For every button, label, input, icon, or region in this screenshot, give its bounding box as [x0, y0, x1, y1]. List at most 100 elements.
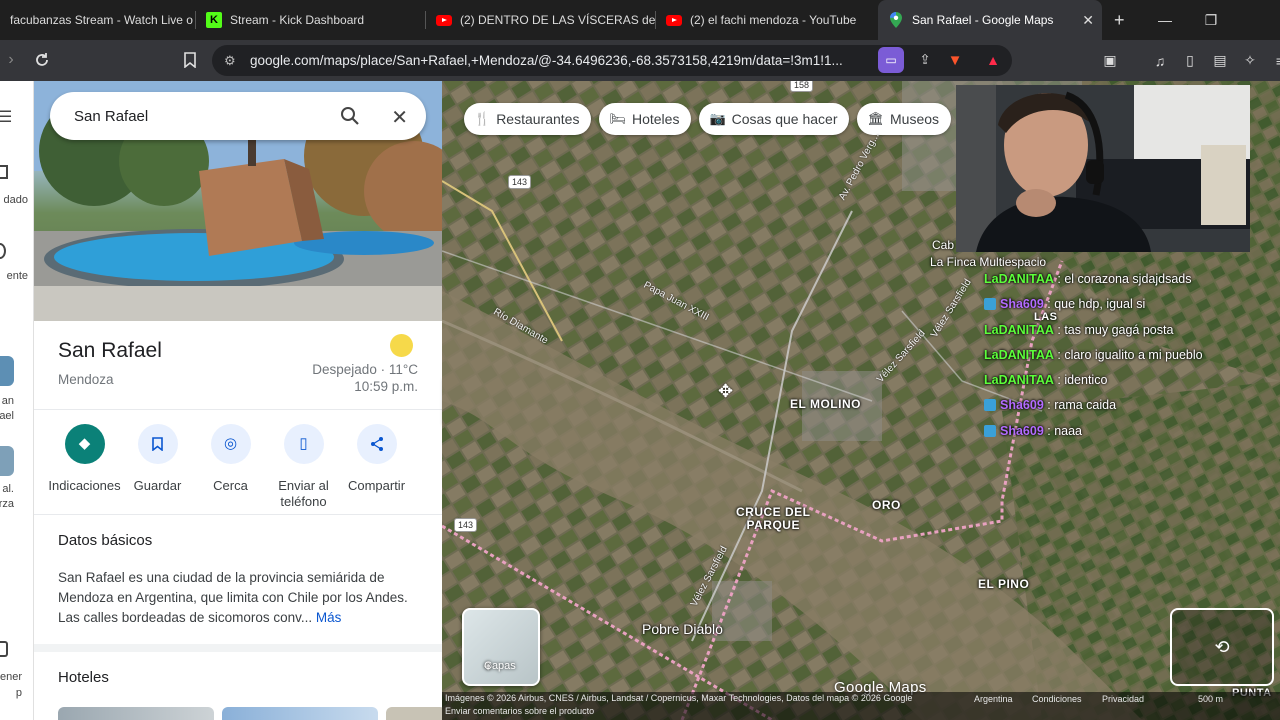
chat-text: rama caida	[1054, 398, 1117, 413]
map-place-label[interactable]: Pobre Diablo	[642, 621, 723, 637]
map-place-label[interactable]: EL PINO	[978, 577, 1029, 591]
rotate-icon: ⟲	[1214, 636, 1230, 657]
maps-pin-icon	[888, 12, 904, 28]
save-button[interactable]: Guardar	[121, 424, 194, 510]
chat-username: Sha609	[1000, 398, 1044, 413]
layers-text: Capas	[484, 660, 516, 672]
place-hero-photo[interactable]: San Rafael ✕	[34, 81, 442, 321]
feedback-link[interactable]: Enviar comentarios sobre el producto	[445, 705, 1280, 718]
rail-recent-place-2[interactable]: al. rza	[0, 446, 33, 510]
minimize-icon[interactable]: —	[1142, 12, 1188, 28]
new-tab-button[interactable]: +	[1114, 10, 1125, 31]
rail-recent[interactable]: ente	[0, 243, 33, 282]
youtube-icon	[436, 12, 452, 28]
share-button[interactable]: Compartir	[340, 424, 413, 510]
brave-shields-icon[interactable]: ▼	[942, 47, 968, 73]
map-place-label[interactable]: Cab	[932, 238, 954, 252]
map-place-label[interactable]: CRUCE DEL PARQUE	[736, 506, 811, 532]
menu-icon[interactable]: ≡	[1265, 53, 1280, 69]
sidebar-icon[interactable]: ▯	[1175, 52, 1205, 69]
streamer-webcam	[956, 85, 1250, 252]
media-icon[interactable]: ♫	[1145, 53, 1175, 69]
share-page-icon[interactable]: ⇪	[912, 47, 938, 73]
move-cursor-icon: ✥	[718, 381, 734, 401]
rail-label: al. rza	[0, 483, 14, 510]
browser-toolbar: › ⚙ google.com/maps/place/San+Rafael,+Me…	[0, 40, 1280, 81]
tab-facubanzas[interactable]: facubanzas Stream - Watch Live o	[0, 0, 196, 40]
local-time: 10:59 p.m.	[354, 379, 418, 394]
search-input[interactable]: San Rafael ✕	[50, 92, 426, 140]
layers-button[interactable]: ◈ Capas	[462, 608, 540, 686]
attribution-text: Imágenes © 2026 Airbus, CNES / Airbus, L…	[445, 693, 913, 703]
tab-google-maps[interactable]: San Rafael - Google Maps ✕	[878, 0, 1102, 40]
chat-username: Sha609	[1000, 423, 1044, 438]
chat-message: Sha609 : naaa	[984, 419, 1274, 444]
tab-youtube-visceras[interactable]: (2) DENTRO DE LAS VÍSCERAS de	[426, 0, 656, 40]
chip-label: Hoteles	[631, 111, 680, 127]
hotel-thumbnail[interactable]	[58, 707, 214, 720]
place-title: San Rafael	[58, 339, 162, 362]
street-view-button[interactable]: ⟲	[1170, 608, 1274, 686]
site-settings-icon[interactable]: ⚙	[224, 53, 236, 69]
tab-kick-dashboard[interactable]: K Stream - Kick Dashboard	[196, 0, 426, 40]
search-icon[interactable]	[340, 106, 360, 130]
wallet-icon[interactable]: ▤	[1205, 52, 1235, 69]
place-panel: San Rafael ✕ San Rafael Mendoza Despejad…	[34, 81, 442, 720]
scale-label: 500 m	[1198, 694, 1224, 704]
chat-text: el corazona sjdajdsads	[1064, 272, 1192, 286]
rail-label: an ael	[0, 395, 14, 422]
close-icon[interactable]: ✕	[391, 105, 408, 130]
privacy-link[interactable]: Privacidad	[1102, 693, 1144, 706]
chip-restaurants[interactable]: 🍴 Restaurantes	[464, 103, 592, 135]
divider	[34, 409, 442, 410]
route-shield: 143	[454, 518, 478, 532]
section-heading-basics: Datos básicos	[58, 532, 153, 549]
section-divider	[34, 644, 442, 652]
chat-username: LaDANITAA	[984, 322, 1054, 337]
map-place-label[interactable]: EL MOLINO	[790, 397, 861, 411]
action-buttons: ◆ Indicaciones Guardar ◎ Cerca ▯ Enviar …	[48, 424, 428, 510]
route-shield: 158	[790, 81, 814, 92]
bookmark-icon[interactable]	[174, 44, 206, 76]
directions-button[interactable]: ◆ Indicaciones	[48, 424, 121, 510]
rail-recent-place-1[interactable]: an ael	[0, 356, 33, 422]
tab-label: Stream - Kick Dashboard	[230, 13, 365, 27]
chip-things-to-do[interactable]: 📷 Cosas que hacer	[699, 103, 850, 135]
map-attribution: Imágenes © 2026 Airbus, CNES / Airbus, L…	[442, 692, 1280, 720]
rail-get-app[interactable]: ener p	[0, 641, 33, 699]
chat-message: Sha609 : rama caida	[984, 393, 1274, 418]
reload-icon[interactable]	[26, 44, 58, 76]
nearby-button[interactable]: ◎ Cerca	[194, 424, 267, 510]
stream-chat-overlay: LaDANITAA : el corazona sjdajdsads Sha60…	[984, 267, 1274, 444]
phone-icon	[0, 641, 8, 657]
more-link[interactable]: Más	[316, 610, 342, 625]
sun-icon	[390, 334, 413, 357]
chat-message: LaDANITAA : el corazona sjdajdsads	[984, 272, 1192, 286]
tab-label: (2) el fachi mendoza - YouTube	[690, 13, 857, 27]
url-bar[interactable]: ⚙ google.com/maps/place/San+Rafael,+Mend…	[212, 45, 1012, 76]
tab-label: facubanzas Stream - Watch Live o	[10, 13, 193, 27]
maximize-icon[interactable]: ❐	[1188, 12, 1234, 29]
menu-icon[interactable]: ☰	[0, 107, 32, 127]
tab-youtube-fachi[interactable]: (2) el fachi mendoza - YouTube	[656, 0, 878, 40]
brave-rewards-icon[interactable]: ▲	[980, 47, 1006, 73]
chip-hotels[interactable]: 🛏 Hoteles	[599, 103, 692, 135]
rail-saved[interactable]: dado	[0, 165, 33, 206]
tab-search-icon[interactable]: ▣	[1095, 52, 1125, 69]
map-place-label[interactable]: ORO	[872, 498, 901, 512]
chat-text: claro igualito a mi pueblo	[1064, 347, 1203, 362]
bookmark-icon	[137, 424, 178, 464]
search-input-value: San Rafael	[74, 107, 149, 125]
youtube-icon	[666, 12, 682, 28]
country-link[interactable]: Argentina	[974, 693, 1013, 706]
museum-icon: 🏛	[867, 111, 884, 126]
send-to-phone-button[interactable]: ▯ Enviar al teléfono	[267, 424, 340, 510]
terms-link[interactable]: Condiciones	[1032, 693, 1082, 706]
close-tab-icon[interactable]: ✕	[1082, 12, 1094, 29]
leo-ai-icon[interactable]: ✧	[1235, 52, 1265, 69]
hotel-thumbnail[interactable]	[386, 707, 442, 720]
divider	[34, 514, 442, 515]
forward-icon[interactable]: ›	[0, 44, 22, 76]
cast-icon[interactable]: ▭	[878, 47, 904, 73]
hotel-thumbnail[interactable]	[222, 707, 378, 720]
